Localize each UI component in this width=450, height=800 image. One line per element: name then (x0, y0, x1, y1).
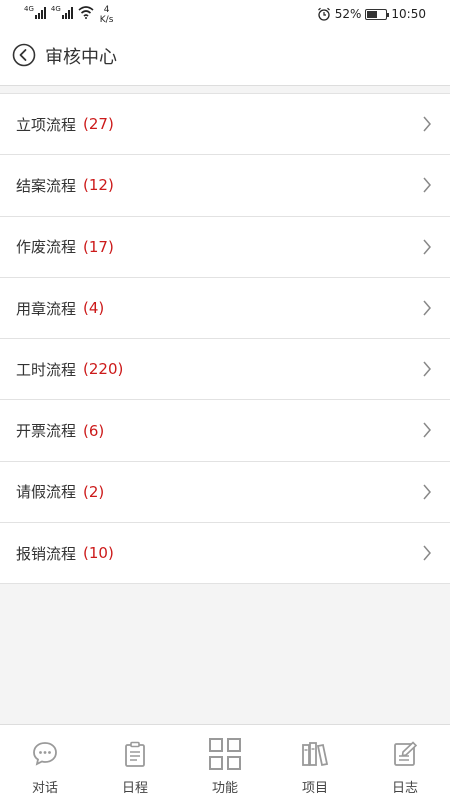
clipboard-icon (125, 741, 145, 767)
workflow-label: 报销流程 (16, 544, 77, 563)
signal-icon: 4G (24, 5, 47, 19)
tab-label: 项目 (301, 781, 328, 796)
workflow-label: 工时流程 (16, 360, 77, 379)
wifi-icon (78, 6, 94, 19)
workflow-label: 结案流程 (16, 176, 77, 195)
chevron-right-icon (423, 177, 431, 193)
tab-chat[interactable]: 对话 (0, 725, 90, 800)
signal-icon: 4G (51, 5, 74, 19)
workflow-label: 用章流程 (16, 299, 77, 318)
page-title: 审核中心 (45, 47, 117, 68)
chevron-right-icon (423, 422, 431, 438)
tab-log[interactable]: 日志 (360, 725, 450, 800)
back-button[interactable] (12, 43, 36, 67)
workflow-item-work-hours[interactable]: 工时流程 (220) (0, 339, 450, 401)
tab-projects[interactable]: 项目 (270, 725, 360, 800)
tab-schedule[interactable]: 日程 (90, 725, 180, 800)
workflow-count: (12) (83, 176, 114, 195)
workflow-count: (17) (83, 237, 114, 256)
workflow-label: 请假流程 (16, 483, 77, 502)
status-right: 52% 10:50 (317, 7, 426, 21)
workflow-count: (220) (83, 360, 124, 379)
chevron-right-icon (423, 545, 431, 561)
tab-functions[interactable]: 功能 (180, 725, 270, 800)
battery-icon (365, 8, 390, 20)
workflow-count: (6) (83, 421, 105, 440)
chevron-right-icon (423, 239, 431, 255)
chat-bubble-icon (33, 742, 57, 766)
bottom-tab-bar: 对话 日程 功能 项目 日志 (0, 724, 450, 800)
chevron-right-icon (423, 300, 431, 316)
workflow-count: (4) (83, 299, 105, 318)
tab-label: 功能 (211, 781, 238, 796)
notebook-edit-icon (394, 741, 418, 766)
clock: 10:50 (391, 7, 426, 21)
chevron-right-icon (423, 116, 431, 132)
workflow-item-void[interactable]: 作废流程 (17) (0, 217, 450, 278)
workflow-label: 开票流程 (16, 422, 77, 441)
workflow-item-case-closing[interactable]: 结案流程 (12) (0, 155, 450, 217)
workflow-item-reimbursement[interactable]: 报销流程 (10) (0, 523, 450, 585)
chevron-right-icon (423, 484, 431, 500)
network-speed: 4 K/s (100, 5, 114, 25)
network-speed-value: 4 (103, 5, 110, 15)
workflow-item-invoice[interactable]: 开票流程 (6) (0, 400, 450, 462)
alarm-icon (317, 7, 330, 21)
network-type-label: 4G (50, 5, 61, 13)
binders-icon (302, 742, 329, 767)
workflow-count: (27) (83, 115, 114, 134)
status-left: 4G 4G 4 K/s (24, 5, 113, 25)
battery-fill (367, 10, 377, 18)
workflow-list: 立项流程 (27) 结案流程 (12) 作废流程 (17) 用章流程 (4) 工… (0, 93, 450, 585)
workflow-item-seal[interactable]: 用章流程 (4) (0, 278, 450, 340)
workflow-label: 立项流程 (16, 115, 77, 134)
status-bar: 4G 4G 4 K/s 52% 10:50 (0, 0, 450, 30)
workflow-item-project-approval[interactable]: 立项流程 (27) (0, 94, 450, 156)
app-header: 审核中心 (0, 30, 450, 86)
workflow-count: (2) (83, 482, 105, 501)
workflow-item-leave[interactable]: 请假流程 (2) (0, 462, 450, 524)
network-type-label: 4G (24, 5, 34, 13)
chevron-right-icon (423, 361, 431, 377)
workflow-count: (10) (83, 544, 114, 563)
network-speed-unit: K/s (99, 15, 114, 25)
battery-percent: 52% (334, 7, 362, 21)
grid-icon (209, 738, 241, 770)
workflow-label: 作废流程 (16, 238, 77, 257)
tab-label: 对话 (31, 781, 58, 796)
tab-label: 日程 (121, 781, 148, 796)
tab-label: 日志 (391, 781, 418, 796)
